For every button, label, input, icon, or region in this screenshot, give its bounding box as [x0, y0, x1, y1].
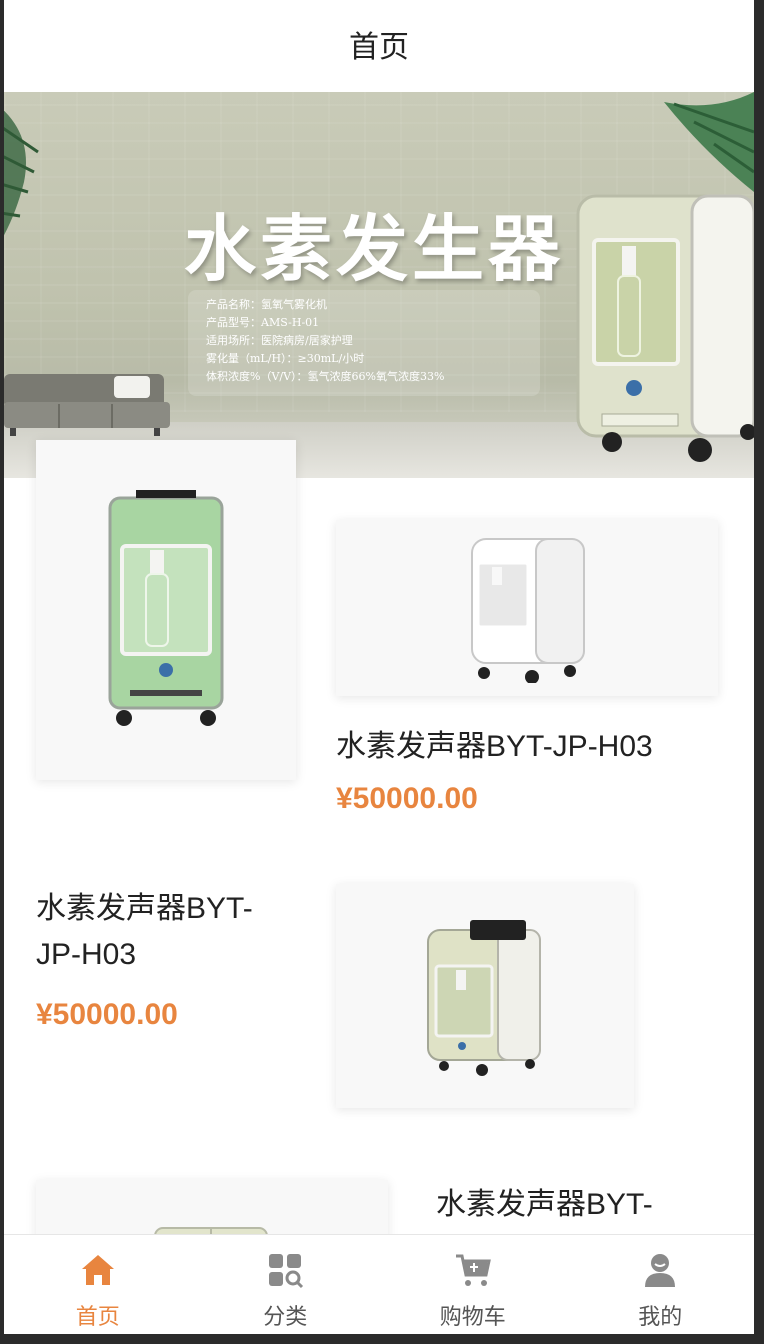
home-icon	[81, 1255, 114, 1285]
product-name-3-line2: JP-H03	[36, 938, 137, 971]
bottom-tab-bar: 首页 分类 购物车 我的	[4, 1234, 754, 1334]
product-card-image-2[interactable]	[336, 520, 718, 696]
product-price-2: ¥50000.00	[336, 782, 478, 815]
tab-mine-label: 我的	[638, 1305, 683, 1330]
palm-leaf-left-image	[4, 110, 39, 236]
palm-leaf-right-image	[664, 92, 754, 192]
product-name-3[interactable]: 水素发声器BYT- JP-H03	[36, 886, 253, 978]
product-name-2[interactable]: 水素发声器BYT-JP-H03	[336, 724, 653, 770]
nav-header: 首页	[4, 0, 754, 92]
green-hydrogen-generator-image	[108, 490, 224, 726]
spec-line-place: 适用场所：医院病房/居家护理	[206, 334, 353, 347]
tab-home[interactable]: 首页	[4, 1235, 192, 1334]
sofa-image	[4, 374, 170, 436]
product-card-image-3[interactable]	[336, 884, 634, 1108]
spec-line-output: 雾化量（mL/H）：≥30mL/小时	[206, 352, 365, 365]
spec-line-name: 产品名称：氢氧气雾化机	[206, 298, 327, 311]
product-name-4[interactable]: 水素发声器BYT-	[436, 1182, 653, 1228]
tab-home-label: 首页	[75, 1305, 120, 1330]
spec-line-model: 产品型号：AMS-H-01	[206, 316, 320, 329]
promo-banner[interactable]: 水素发生器 产品名称：氢氧气雾化机 产品型号：AMS-H-01 适用场所：医院病…	[4, 92, 754, 478]
spec-line-concentration: 体积浓度%（V/V）：氢气浓度66%氧气浓度33%	[206, 370, 445, 383]
cart-icon	[455, 1254, 491, 1286]
tab-cart[interactable]: 购物车	[379, 1235, 567, 1334]
tab-cart-label: 购物车	[439, 1305, 506, 1330]
category-icon	[269, 1254, 304, 1289]
banner-title: 水素发生器	[184, 206, 565, 291]
hydrogen-generator-banner-image	[576, 194, 754, 462]
app-screen: 首页 水素发生器 产品名称：氢氧气雾化机 产品型号：AMS-H-01 适用场所：…	[4, 0, 754, 1334]
tab-category[interactable]: 分类	[192, 1235, 380, 1334]
user-icon	[645, 1254, 676, 1287]
product-name-3-line1: 水素发声器BYT-	[36, 892, 253, 925]
tab-category-label: 分类	[263, 1305, 308, 1330]
banner-spec-box: 产品名称：氢氧气雾化机 产品型号：AMS-H-01 适用场所：医院病房/居家护理…	[188, 290, 540, 396]
product-card-image-1[interactable]	[36, 440, 296, 780]
tab-mine[interactable]: 我的	[567, 1235, 755, 1334]
beige-hydrogen-generator-image	[427, 920, 541, 1076]
product-price-3: ¥50000.00	[36, 998, 178, 1031]
white-hydrogen-generator-image	[471, 538, 585, 683]
page-title: 首页	[349, 30, 409, 65]
